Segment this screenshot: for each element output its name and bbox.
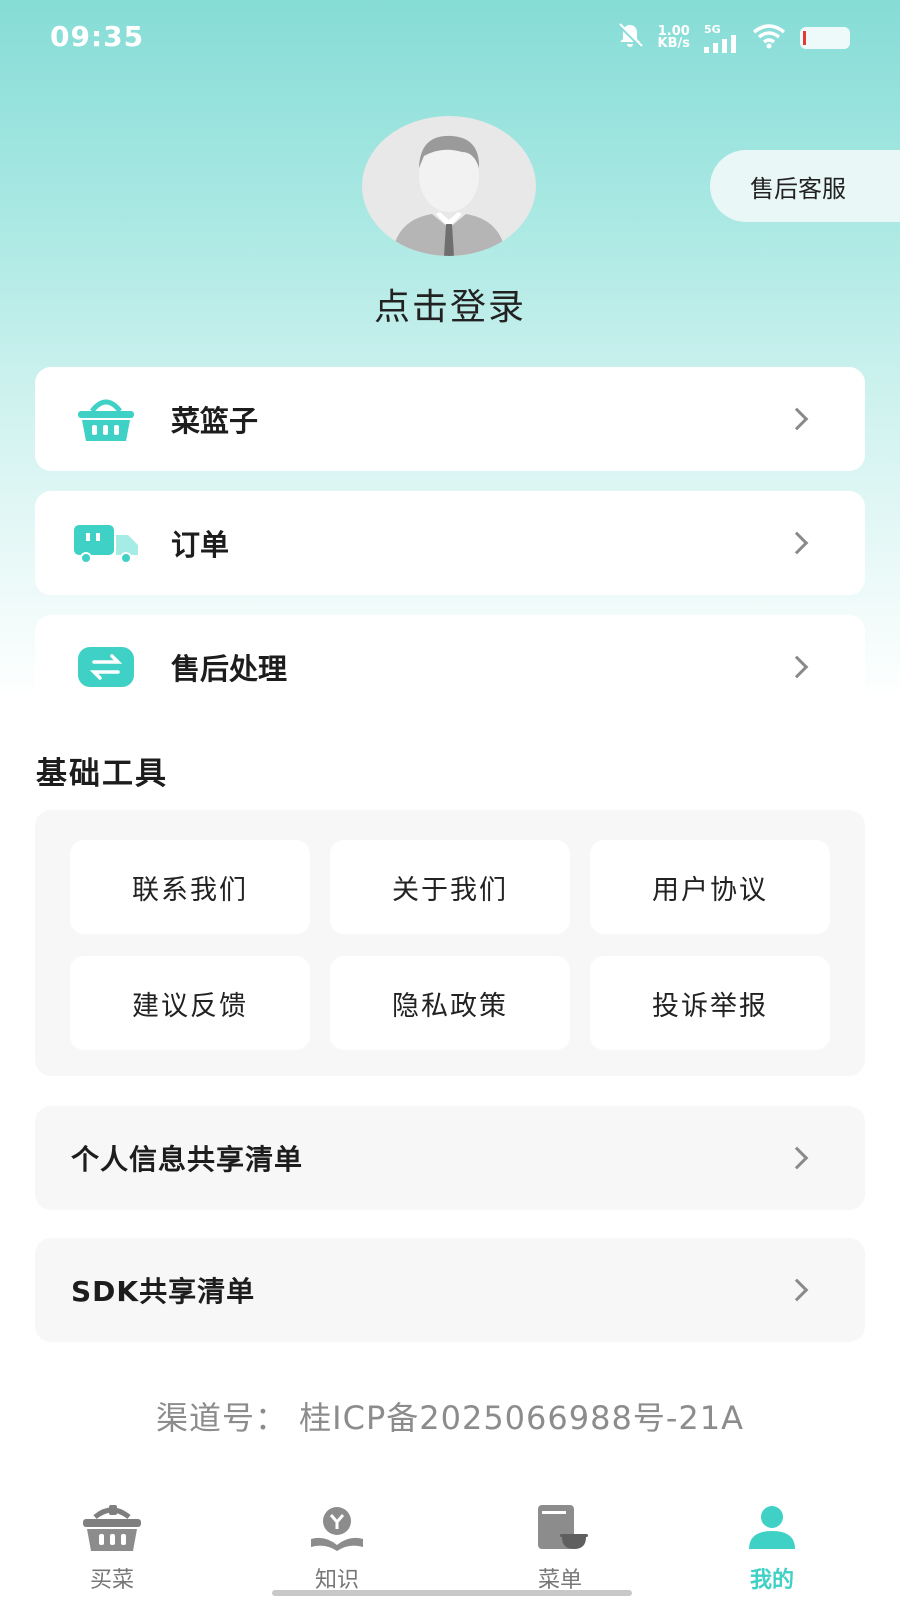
basket-nav-icon	[77, 1500, 147, 1556]
net-speed-unit: KB/s	[657, 36, 690, 51]
menu-orders-label: 订单	[171, 528, 230, 562]
signal-icon: 5G	[704, 24, 738, 53]
home-indicator[interactable]	[272, 1590, 632, 1596]
battery-icon	[800, 27, 850, 49]
menu-basket-label: 菜篮子	[171, 404, 259, 438]
basket-icon	[71, 389, 141, 449]
bottom-nav: 买菜 知识 菜单 我的	[0, 1500, 900, 1600]
basic-tools-title: 基础工具	[36, 756, 168, 792]
nav-mine[interactable]: 我的	[712, 1500, 832, 1600]
menu-after-sales[interactable]: 售后处理	[35, 615, 865, 719]
menu-basket[interactable]: 菜篮子	[35, 367, 865, 471]
nav-menu[interactable]: 菜单	[500, 1500, 620, 1600]
exchange-icon	[71, 637, 141, 697]
sdk-sharing-label: SDK共享清单	[71, 1275, 256, 1308]
chevron-right-icon	[785, 1146, 809, 1170]
tool-privacy-policy[interactable]: 隐私政策	[330, 956, 570, 1050]
sdk-sharing-list[interactable]: SDK共享清单	[35, 1238, 865, 1342]
tool-feedback[interactable]: 建议反馈	[70, 956, 310, 1050]
nav-buy-vegetables-label: 买菜	[89, 1568, 134, 1593]
net-speed: 1.00 KB/s	[657, 25, 690, 51]
nav-buy-vegetables[interactable]: 买菜	[52, 1500, 172, 1600]
chevron-right-icon	[785, 407, 809, 431]
avatar[interactable]	[362, 116, 536, 256]
menu-book-icon	[525, 1500, 595, 1556]
tool-contact-us[interactable]: 联系我们	[70, 840, 310, 934]
wifi-icon	[752, 23, 786, 53]
personal-info-sharing-label: 个人信息共享清单	[71, 1143, 304, 1176]
tool-complaint-report[interactable]: 投诉举报	[590, 956, 830, 1050]
bell-muted-icon	[616, 22, 644, 54]
status-icons: 1.00 KB/s 5G	[616, 22, 850, 54]
truck-icon	[71, 513, 141, 573]
icp-filing-text: 渠道号： 桂ICP备2025066988号-21A	[155, 1399, 744, 1437]
status-bar: 09:35 1.00 KB/s 5G	[0, 0, 900, 76]
personal-info-sharing-list[interactable]: 个人信息共享清单	[35, 1106, 865, 1210]
header-background	[0, 0, 900, 700]
after-sales-service-button[interactable]: 售后客服	[710, 150, 900, 222]
chevron-right-icon	[785, 1278, 809, 1302]
basic-tools-panel: 联系我们 关于我们 用户协议 建议反馈 隐私政策 投诉举报	[35, 810, 865, 1076]
menu-after-sales-label: 售后处理	[171, 652, 288, 686]
nav-knowledge[interactable]: 知识	[277, 1500, 397, 1600]
tool-about-us[interactable]: 关于我们	[330, 840, 570, 934]
chevron-right-icon	[785, 531, 809, 555]
menu-orders[interactable]: 订单	[35, 491, 865, 595]
chevron-right-icon	[785, 655, 809, 679]
profile-icon	[737, 1500, 807, 1556]
knowledge-icon	[302, 1500, 372, 1556]
login-prompt[interactable]: 点击登录	[0, 278, 900, 330]
network-type: 5G	[704, 22, 721, 36]
tool-user-agreement[interactable]: 用户协议	[590, 840, 830, 934]
nav-mine-label: 我的	[749, 1568, 794, 1593]
status-time: 09:35	[50, 20, 145, 53]
